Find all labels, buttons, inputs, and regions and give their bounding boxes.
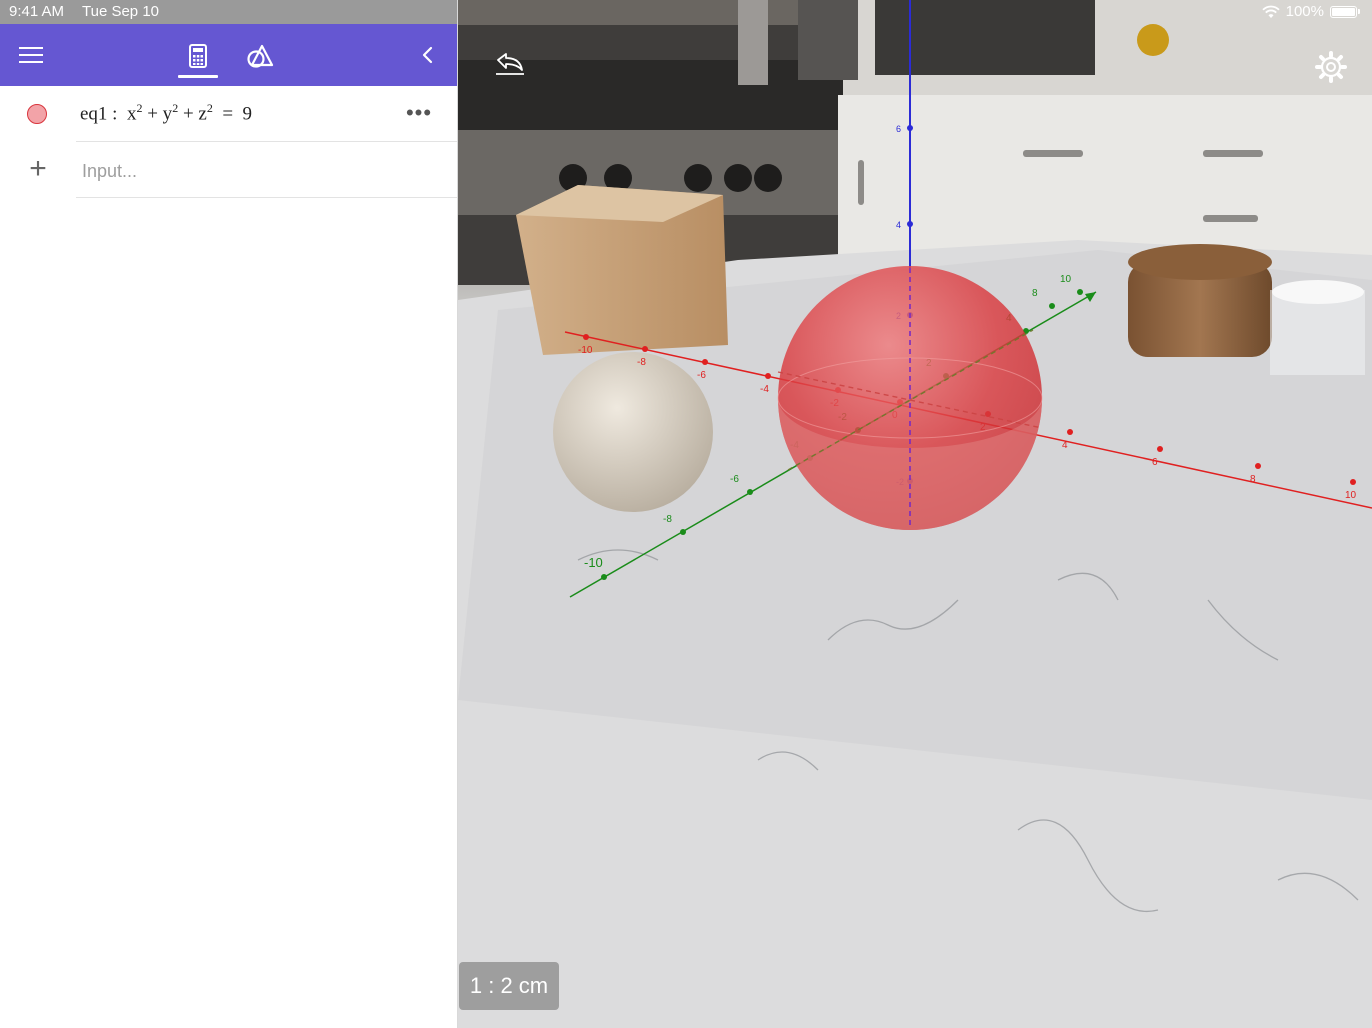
visibility-toggle-dot[interactable] xyxy=(27,104,47,124)
status-bar: 9:41 AM Tue Sep 10 100% xyxy=(0,0,1372,24)
x-axis-tick-label: -6 xyxy=(697,370,706,381)
z-axis-tick-dot xyxy=(907,221,913,227)
add-icon[interactable]: + xyxy=(24,154,52,184)
y-axis-tick-label: -6 xyxy=(730,474,739,485)
status-right: 100% xyxy=(1261,3,1360,20)
x-axis-tick-dot xyxy=(583,334,589,340)
status-date: Tue Sep 10 xyxy=(82,3,159,20)
x-axis-tick-label: 10 xyxy=(1345,490,1357,501)
battery-icon xyxy=(1330,5,1357,18)
y-axis-tick-dot xyxy=(1077,289,1083,295)
equation-label: eq1 : xyxy=(80,103,118,125)
x-axis-tick-label: -10 xyxy=(578,345,593,356)
scale-indicator: 1 : 2 cm xyxy=(459,962,559,1010)
y-axis-tick-dot xyxy=(601,574,607,580)
y-axis-tick-dot xyxy=(680,529,686,535)
sphere-eq1 xyxy=(777,266,1043,530)
z-axis-tick-dot xyxy=(907,125,913,131)
tab-tools[interactable] xyxy=(238,34,282,78)
y-axis-tick-label: 8 xyxy=(1032,288,1038,299)
glass-cup-rim xyxy=(1272,280,1364,304)
x-axis-tick-dot xyxy=(1067,429,1073,435)
more-options-button[interactable]: ••• xyxy=(404,100,434,128)
algebra-input-row: + xyxy=(0,142,457,198)
wifi-icon xyxy=(1261,5,1280,18)
collapse-panel-button[interactable] xyxy=(410,40,444,70)
wooden-jar-lid xyxy=(1128,244,1272,280)
selected-tab-indicator xyxy=(178,75,218,78)
hamburger-menu-icon xyxy=(19,47,43,63)
settings-button[interactable] xyxy=(1312,48,1350,86)
y-axis-tick-label: 10 xyxy=(1060,274,1072,285)
tab-algebra[interactable] xyxy=(178,34,218,78)
chevron-left-icon xyxy=(422,46,433,64)
x-axis-tick-dot xyxy=(1255,463,1261,469)
x-axis-tick-dot xyxy=(1350,479,1356,485)
calculator-icon xyxy=(189,44,207,68)
undo-icon xyxy=(496,53,524,75)
row-divider xyxy=(76,197,457,198)
geometry-tools-icon xyxy=(247,44,274,68)
y-axis-tick-dot xyxy=(1049,303,1055,309)
algebra-panel: eq1 : x2 + y2 + z2 = 9 ••• + xyxy=(0,0,458,1028)
y-axis-tick-dot xyxy=(747,489,753,495)
gear-icon xyxy=(1315,51,1347,83)
status-time: 9:41 AM xyxy=(9,3,65,20)
z-axis-tick-label: 4 xyxy=(896,220,901,230)
equation-eq1[interactable]: eq1 : x2 + y2 + z2 = 9 xyxy=(80,101,252,125)
y-axis-tick-label: -8 xyxy=(663,514,672,525)
battery-percent: 100% xyxy=(1285,3,1324,20)
menu-button[interactable] xyxy=(14,40,48,70)
x-axis-tick-dot xyxy=(642,346,648,352)
x-axis-tick-dot xyxy=(765,373,771,379)
x-axis-tick-label: 8 xyxy=(1250,474,1256,485)
x-axis-tick-label: -4 xyxy=(760,384,769,395)
x-axis-tick-label: -8 xyxy=(637,357,646,368)
wooden-ball xyxy=(553,352,713,512)
x-axis-tick-label: 4 xyxy=(1062,440,1068,451)
algebra-item-eq1[interactable]: eq1 : x2 + y2 + z2 = 9 ••• xyxy=(0,86,457,142)
x-axis-tick-dot xyxy=(1157,446,1163,452)
ar-view[interactable]: -10-8-6-4-20246810-10-8-6-4-224810-2246 … xyxy=(458,0,1372,1028)
x-axis-tick-dot xyxy=(702,359,708,365)
ar-scene: -10-8-6-4-20246810-10-8-6-4-224810-2246 xyxy=(458,0,1372,1028)
algebra-input[interactable] xyxy=(80,156,444,186)
x-axis-tick-label: 6 xyxy=(1152,457,1158,468)
z-axis-tick-label: 6 xyxy=(896,124,901,134)
battery-tip xyxy=(1358,9,1360,14)
fruit xyxy=(1137,24,1169,56)
app-toolbar xyxy=(0,24,457,86)
undo-button[interactable] xyxy=(490,50,530,82)
cabinets xyxy=(838,95,1372,265)
y-axis-tick-label: -10 xyxy=(584,555,603,570)
